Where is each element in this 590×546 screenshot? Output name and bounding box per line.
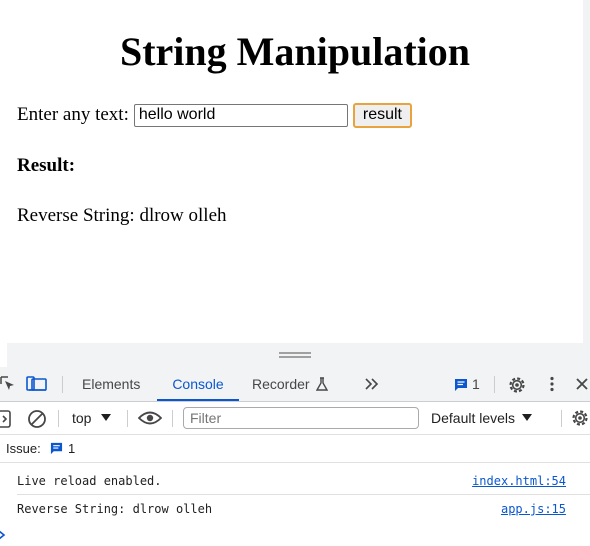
more-tabs-icon[interactable]: [363, 376, 381, 395]
reverse-output: Reverse String: dlrow olleh: [17, 205, 227, 227]
reverse-value: dlrow olleh: [139, 205, 227, 226]
inspect-element-icon[interactable]: [0, 376, 16, 395]
log-message: Live reload enabled.: [17, 474, 162, 488]
clear-console-icon[interactable]: [27, 409, 47, 432]
log-levels-select[interactable]: Default levels: [431, 410, 532, 426]
log-levels-value: Default levels: [431, 410, 516, 426]
reverse-label: Reverse String:: [17, 205, 135, 226]
console-prompt-chevron-icon[interactable]: [0, 528, 6, 546]
input-label: Enter any text:: [17, 104, 129, 125]
close-icon[interactable]: [575, 377, 589, 394]
log-message: Reverse String: dlrow olleh: [17, 502, 213, 516]
issues-message-icon: [50, 442, 63, 458]
log-source-link[interactable]: index.html:54: [472, 474, 566, 488]
tab-console[interactable]: Console: [157, 367, 239, 401]
text-input[interactable]: [133, 103, 348, 127]
flask-icon: [316, 377, 329, 391]
devtools-tabbar: Elements Console Recorder 1: [0, 367, 590, 402]
device-toolbar-icon[interactable]: [26, 375, 48, 396]
kebab-menu-icon[interactable]: [549, 376, 555, 395]
dropdown-arrow-icon: [521, 414, 532, 421]
input-row: Enter any text: result: [17, 102, 412, 128]
console-log-row: Reverse String: dlrow olleh app.js:15: [0, 495, 590, 523]
toolbar-divider: [172, 410, 173, 427]
console-toolbar: top Default levels: [0, 402, 590, 435]
messages-icon[interactable]: [454, 378, 468, 395]
result-button[interactable]: result: [352, 102, 412, 128]
issues-label: Issue:: [6, 441, 41, 456]
toolbar-divider: [58, 410, 59, 427]
resize-handle-icon[interactable]: [279, 352, 311, 358]
issues-bar[interactable]: Issue: 1: [0, 435, 590, 463]
toolbar-divider: [494, 376, 495, 393]
page-scrollbar[interactable]: [583, 0, 590, 343]
settings-gear-icon[interactable]: [507, 375, 527, 398]
tab-elements[interactable]: Elements: [82, 367, 140, 401]
result-heading: Result:: [17, 155, 76, 176]
page-viewport: String Manipulation Enter any text: resu…: [0, 0, 583, 343]
context-value: top: [72, 410, 92, 426]
dropdown-arrow-icon: [101, 414, 112, 421]
sidebar-toggle-icon[interactable]: [0, 410, 12, 431]
issues-count: 1: [68, 441, 76, 456]
console-log-row: Live reload enabled. index.html:54: [0, 467, 590, 495]
console-settings-gear-icon[interactable]: [570, 408, 590, 431]
toolbar-divider: [561, 410, 562, 427]
live-expression-eye-icon[interactable]: [137, 410, 163, 429]
messages-count: 1: [472, 376, 480, 392]
tab-recorder[interactable]: Recorder: [252, 367, 329, 401]
tab-recorder-label: Recorder: [252, 376, 310, 392]
filter-input[interactable]: [183, 407, 419, 429]
log-source-link[interactable]: app.js:15: [501, 502, 566, 516]
page-title: String Manipulation: [119, 29, 471, 74]
toolbar-divider: [127, 410, 128, 427]
toolbar-divider: [62, 376, 63, 393]
context-select[interactable]: top: [72, 410, 112, 426]
